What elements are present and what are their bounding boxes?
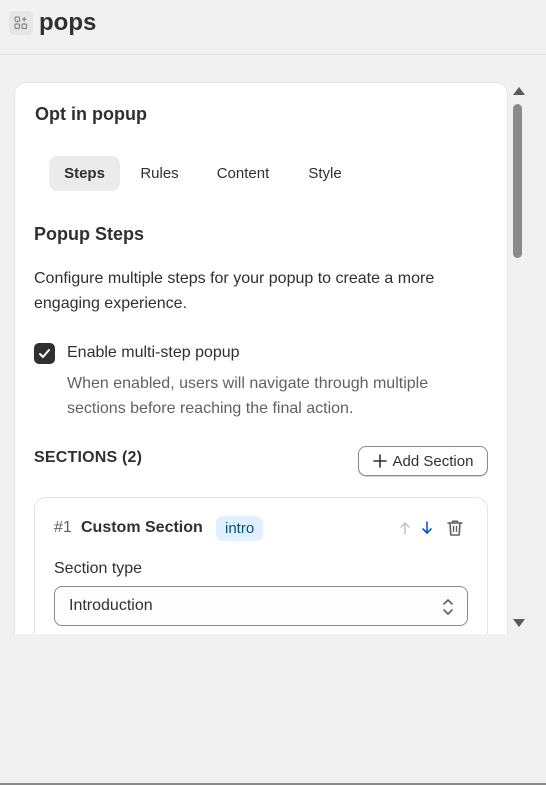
- section-badge: intro: [216, 516, 264, 541]
- vertical-scrollbar[interactable]: [509, 84, 527, 632]
- add-section-label: Add Section: [392, 452, 474, 470]
- section-type-label: Section type: [54, 560, 143, 577]
- scrollbar-thumb[interactable]: [513, 104, 522, 258]
- scroll-viewport[interactable]: Opt in popup Steps Rules Content Style P…: [0, 56, 546, 634]
- app-title: pops: [39, 9, 97, 36]
- move-up-icon[interactable]: [395, 518, 415, 538]
- tab-steps[interactable]: Steps: [49, 156, 120, 191]
- scroll-down-arrow-icon[interactable]: [513, 619, 525, 627]
- section-type-value: Introduction: [69, 597, 153, 614]
- top-bar: pops: [0, 0, 546, 55]
- add-section-button[interactable]: Add Section: [358, 446, 488, 476]
- tab-rules[interactable]: Rules: [130, 156, 189, 191]
- multi-step-label[interactable]: Enable multi-step popup: [67, 344, 240, 362]
- multi-step-help-text: When enabled, users will navigate throug…: [67, 375, 429, 417]
- scroll-up-arrow-icon[interactable]: [513, 87, 525, 95]
- section-type-select[interactable]: Introduction: [54, 586, 468, 626]
- checkmark-icon: [39, 349, 50, 358]
- chevron-up-down-icon: [443, 599, 453, 615]
- trash-icon[interactable]: [445, 518, 465, 538]
- popup-steps-heading: Popup Steps: [34, 224, 145, 244]
- popup-steps-description: Configure multiple steps for your popup …: [34, 270, 435, 312]
- tab-style[interactable]: Style: [296, 156, 354, 191]
- multi-step-checkbox[interactable]: [34, 343, 55, 364]
- section-card: #1 Custom Section intro Section type Int…: [34, 497, 488, 634]
- section-name: Custom Section: [81, 519, 203, 536]
- section-number: #1: [54, 519, 72, 536]
- app-grid-plus-icon: [9, 11, 33, 35]
- card-title: Opt in popup: [35, 104, 147, 124]
- sections-count-label: SECTIONS (2): [34, 449, 143, 466]
- plus-icon: [372, 454, 387, 468]
- tab-content[interactable]: Content: [204, 156, 282, 191]
- move-down-icon[interactable]: [417, 518, 437, 538]
